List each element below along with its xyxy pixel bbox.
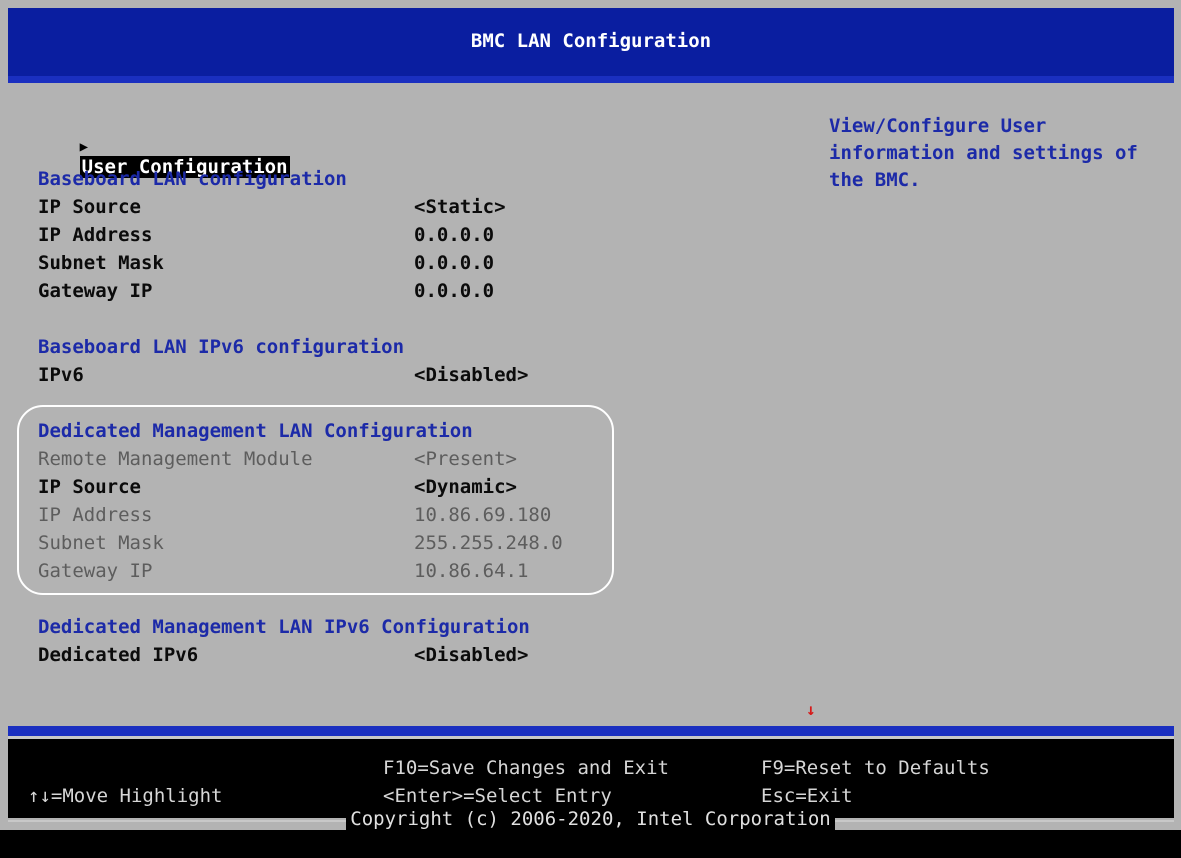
setting-label: Subnet Mask	[38, 252, 164, 274]
move-highlight-hint: ↑↓=Move Highlight	[28, 785, 223, 807]
help-text-line: the BMC.	[829, 169, 921, 191]
ip-source-select[interactable]: <Static>	[414, 196, 506, 218]
dedicated-ip-source-select[interactable]: <Dynamic>	[414, 476, 517, 498]
save-exit-hint: F10=Save Changes and Exit	[383, 757, 669, 779]
setting-label: Gateway IP	[38, 280, 153, 302]
help-panel: View/Configure User information and sett…	[829, 113, 1169, 194]
setting-label: Dedicated IPv6	[38, 644, 199, 666]
key-help-footer: F10=Save Changes and Exit F9=Reset to De…	[8, 736, 1174, 818]
gateway-ip-field[interactable]: 0.0.0.0	[414, 280, 494, 302]
dedicated-gateway-ip-value: 10.86.64.1	[414, 560, 529, 582]
bios-screen: BMC LAN Configuration ▶ User Configurati…	[0, 0, 1181, 858]
dedicated-subnet-mask-value: 255.255.248.0	[414, 532, 563, 554]
reset-defaults-hint: F9=Reset to Defaults	[761, 757, 990, 779]
arrow-down-icon: ↓	[806, 700, 816, 719]
copyright-notice: Copyright (c) 2006-2020, Intel Corporati…	[0, 808, 1181, 830]
setting-label: Gateway IP	[38, 560, 153, 582]
section-heading-baseboard-lan: Baseboard LAN configuration	[38, 168, 347, 190]
section-heading-dedicated-lan: Dedicated Management LAN Configuration	[38, 420, 473, 442]
footer-divider	[8, 726, 1174, 736]
section-heading-dedicated-ipv6: Dedicated Management LAN IPv6 Configurat…	[38, 616, 530, 638]
esc-exit-hint: Esc=Exit	[761, 785, 853, 807]
help-text-line: information and settings of	[829, 142, 1138, 164]
select-entry-hint: <Enter>=Select Entry	[383, 785, 612, 807]
setting-label: IP Source	[38, 476, 141, 498]
help-text-line: View/Configure User	[829, 115, 1047, 137]
ip-address-field[interactable]: 0.0.0.0	[414, 224, 494, 246]
section-heading-baseboard-ipv6: Baseboard LAN IPv6 configuration	[38, 336, 405, 358]
triangle-right-icon: ▶	[79, 139, 89, 155]
setting-label: IPv6	[38, 364, 84, 386]
ipv6-select[interactable]: <Disabled>	[414, 364, 528, 386]
setting-label: Remote Management Module	[38, 448, 313, 470]
rmm-status-value: <Present>	[414, 448, 517, 470]
bottom-strip	[0, 830, 1181, 858]
copyright-text: Copyright (c) 2006-2020, Intel Corporati…	[346, 808, 835, 830]
setting-label: IP Source	[38, 196, 141, 218]
dedicated-ip-address-value: 10.86.69.180	[414, 504, 552, 526]
setting-label: IP Address	[38, 224, 153, 246]
setting-label: IP Address	[38, 504, 153, 526]
subnet-mask-field[interactable]: 0.0.0.0	[414, 252, 494, 274]
setting-label: Subnet Mask	[38, 532, 164, 554]
dedicated-ipv6-select[interactable]: <Disabled>	[414, 644, 528, 666]
